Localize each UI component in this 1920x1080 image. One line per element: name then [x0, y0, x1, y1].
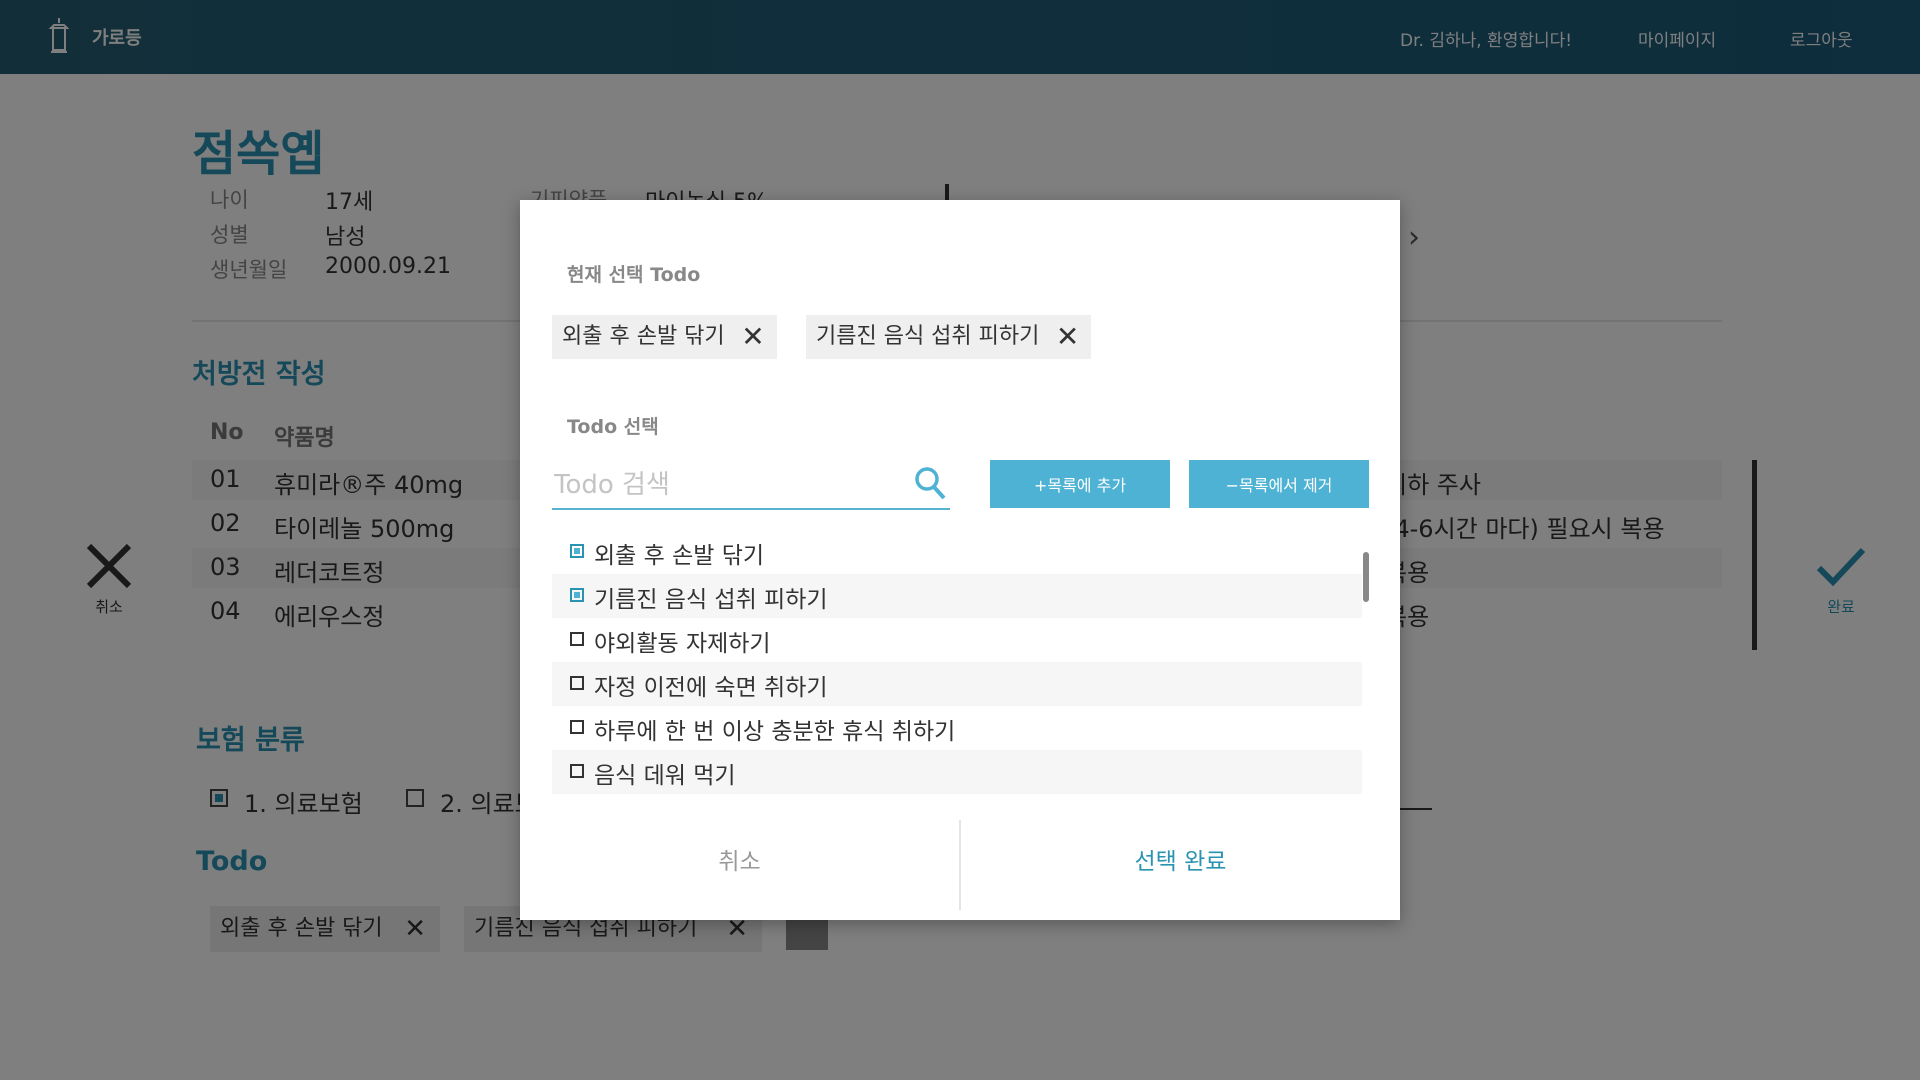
selected-todo-chip: 기름진 음식 섭취 피하기 ✕: [806, 315, 1092, 359]
selected-todo-label: 기름진 음식 섭취 피하기: [816, 324, 1040, 349]
todo-list[interactable]: 외출 후 손발 닦기 기름진 음식 섭취 피하기 야외활동 자제하기 자정 이전…: [552, 530, 1370, 794]
todo-item-label: 음식 데워 먹기: [594, 763, 736, 789]
modal-cancel-button[interactable]: 취소: [520, 832, 959, 892]
search-icon[interactable]: [914, 466, 946, 500]
todo-select-label: Todo 선택: [567, 416, 659, 438]
modal-confirm-button[interactable]: 선택 완료: [961, 832, 1400, 892]
todo-item-label: 하루에 한 번 이상 충분한 휴식 취하기: [594, 719, 956, 745]
todo-item-label: 야외활동 자제하기: [594, 631, 771, 657]
todo-list-item[interactable]: 외출 후 손발 닦기: [552, 530, 1362, 574]
todo-checkbox[interactable]: [570, 632, 584, 646]
todo-item-label: 자정 이전에 숙면 취하기: [594, 675, 828, 701]
todo-list-item[interactable]: 음식 데워 먹기: [552, 750, 1362, 794]
add-to-list-button[interactable]: +목록에 추가: [990, 460, 1170, 508]
todo-checkbox[interactable]: [570, 588, 584, 602]
todo-item-label: 기름진 음식 섭취 피하기: [594, 587, 828, 613]
selected-todo-chip: 외출 후 손발 닦기 ✕: [552, 315, 777, 359]
todo-list-item[interactable]: 자정 이전에 숙면 취하기: [552, 662, 1362, 706]
close-icon[interactable]: ✕: [1056, 315, 1079, 359]
todo-checkbox[interactable]: [570, 544, 584, 558]
todo-checkbox[interactable]: [570, 764, 584, 778]
todo-list-item[interactable]: 하루에 한 번 이상 충분한 휴식 취하기: [552, 706, 1362, 750]
todo-checkbox[interactable]: [570, 720, 584, 734]
todo-search-input[interactable]: [552, 464, 896, 506]
todo-list-item[interactable]: 야외활동 자제하기: [552, 618, 1362, 662]
todo-item-label: 외출 후 손발 닦기: [594, 543, 765, 569]
todo-checkbox[interactable]: [570, 676, 584, 690]
selected-todo-label: 외출 후 손발 닦기: [562, 324, 725, 349]
todo-list-item[interactable]: 기름진 음식 섭취 피하기: [552, 574, 1362, 618]
remove-from-list-button[interactable]: −목록에서 제거: [1189, 460, 1369, 508]
todo-search-box: [552, 460, 950, 510]
todo-list-scrollbar[interactable]: [1363, 552, 1369, 602]
todo-select-modal: 현재 선택 Todo 외출 후 손발 닦기 ✕ 기름진 음식 섭취 피하기 ✕ To…: [520, 200, 1400, 920]
current-todo-label: 현재 선택 Todo: [567, 264, 701, 286]
close-icon[interactable]: ✕: [741, 315, 764, 359]
